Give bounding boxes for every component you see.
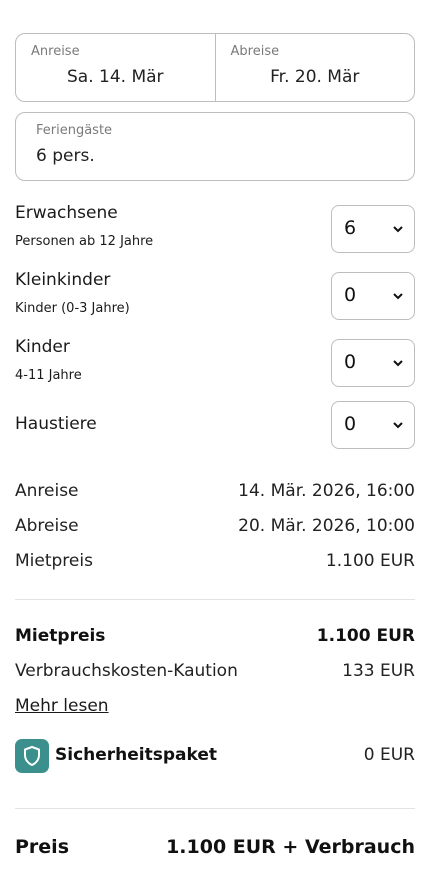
shield-icon [15, 739, 49, 773]
pets-select[interactable]: 0 [331, 401, 415, 449]
total-label: Preis [15, 836, 70, 858]
children-subtitle: 4-11 Jahre [15, 368, 82, 383]
chevron-down-icon [393, 360, 403, 367]
detail-arrival-value: 14. Mär. 2026, 16:00 [238, 481, 415, 501]
guests-label: Feriengäste [36, 123, 113, 138]
summary-rent-value: 1.100 EUR [316, 626, 415, 646]
toddlers-select-value: 0 [344, 284, 357, 306]
detail-rent-label: Mietpreis [15, 551, 93, 571]
divider [15, 808, 415, 809]
read-more-link[interactable]: Mehr lesen [15, 696, 109, 716]
toddlers-select[interactable]: 0 [331, 272, 415, 320]
guests-value: 6 pers. [36, 146, 95, 166]
toddlers-subtitle: Kinder (0-3 Jahre) [15, 301, 130, 316]
departure-label: Abreise [230, 44, 280, 59]
detail-departure-value: 20. Mär. 2026, 10:00 [238, 516, 415, 536]
safety-package-value: 0 EUR [363, 745, 415, 765]
total-value: 1.100 EUR + Verbrauch [166, 836, 415, 858]
arrival-date-field[interactable]: Anreise Sa. 14. Mär [16, 34, 215, 101]
children-title: Kinder [15, 337, 70, 357]
children-select[interactable]: 0 [331, 339, 415, 387]
children-select-value: 0 [344, 351, 357, 373]
date-range-picker: Anreise Sa. 14. Mär Abreise Fr. 20. Mär [15, 33, 415, 102]
detail-arrival-label: Anreise [15, 481, 79, 501]
arrival-label: Anreise [31, 44, 80, 59]
departure-value: Fr. 20. Mär [270, 67, 360, 87]
adults-select-value: 6 [344, 217, 357, 239]
adults-select[interactable]: 6 [331, 205, 415, 253]
chevron-down-icon [393, 293, 403, 300]
deposit-label: Verbrauchskosten-Kaution [15, 661, 238, 681]
chevron-down-icon [393, 422, 403, 429]
deposit-value: 133 EUR [342, 661, 415, 681]
toddlers-title: Kleinkinder [15, 270, 111, 290]
adults-title: Erwachsene [15, 203, 118, 223]
detail-rent-value: 1.100 EUR [325, 551, 415, 571]
departure-date-field[interactable]: Abreise Fr. 20. Mär [214, 34, 415, 101]
safety-package-label: Sicherheitspaket [55, 745, 218, 765]
pets-title: Haustiere [15, 414, 97, 434]
detail-departure-label: Abreise [15, 516, 79, 536]
guests-field[interactable]: Feriengäste 6 pers. [15, 112, 415, 181]
arrival-value: Sa. 14. Mär [66, 67, 164, 87]
summary-rent-label: Mietpreis [15, 626, 106, 646]
adults-subtitle: Personen ab 12 Jahre [15, 234, 154, 249]
pets-select-value: 0 [344, 413, 357, 435]
divider [15, 599, 415, 600]
chevron-down-icon [393, 226, 403, 233]
